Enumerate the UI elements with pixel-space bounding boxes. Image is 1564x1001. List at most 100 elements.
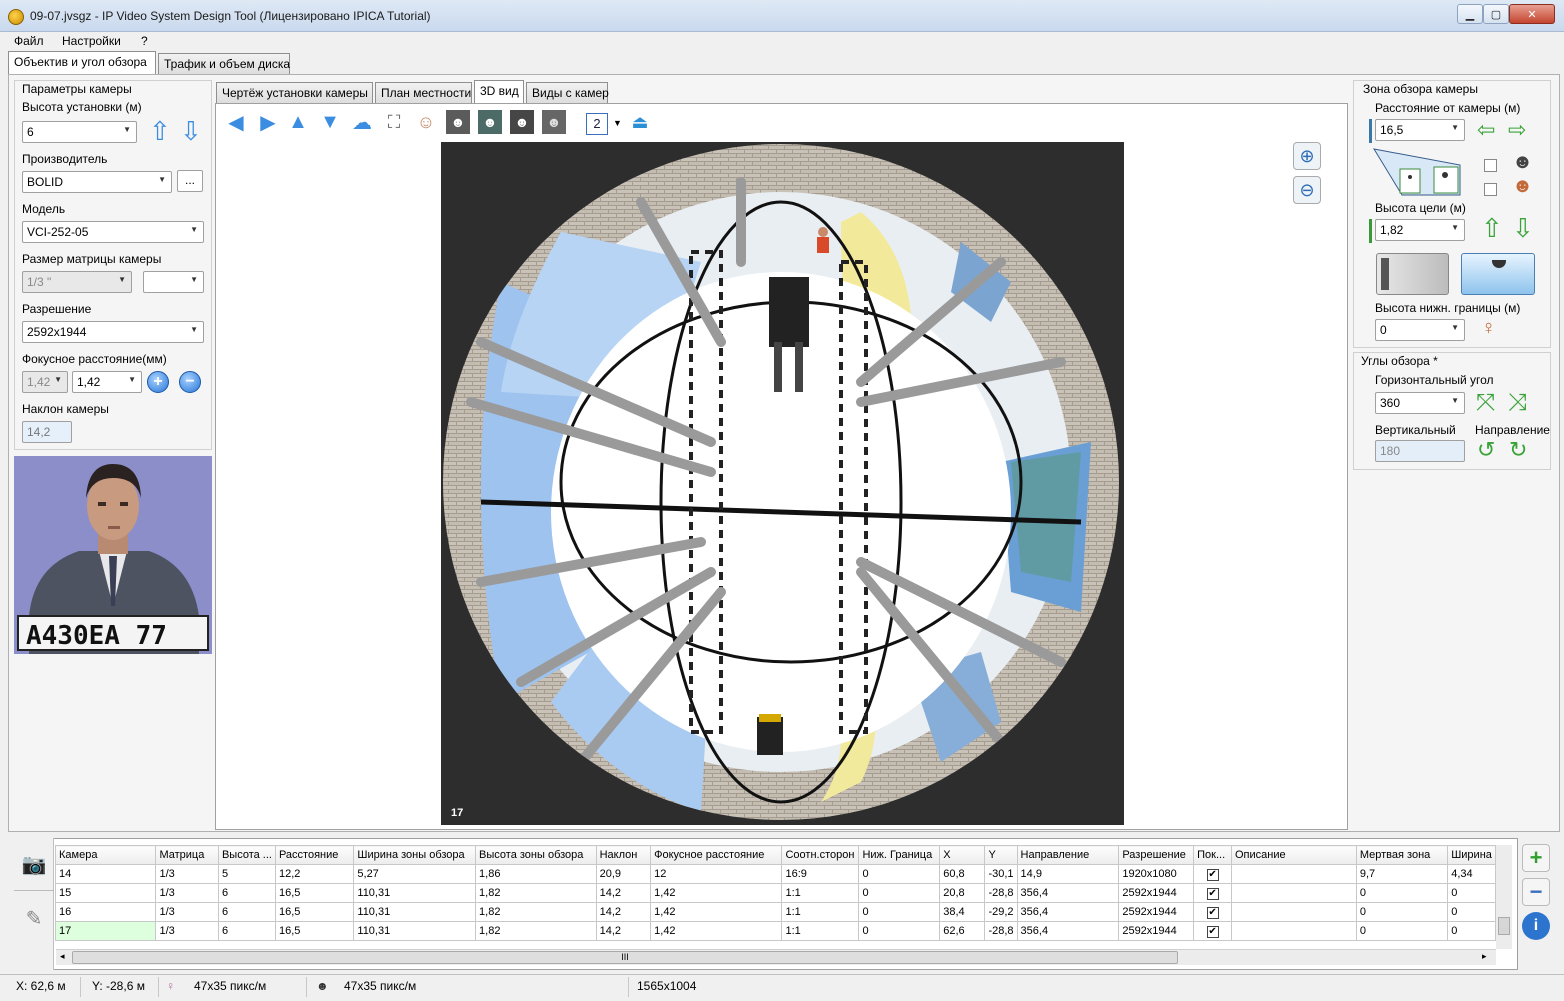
collapse-angle-icon[interactable]: ⤨ [1508,389,1527,417]
table-cell[interactable] [1230,864,1357,884]
column-header[interactable]: Фокусное расстояние [650,845,783,865]
table-cell[interactable]: 1/3 [155,883,219,903]
arrow-right-icon[interactable]: ⇨ [1508,117,1526,143]
table-cell[interactable]: 62,6 [939,921,986,941]
sensor-extra-combo[interactable]: ▼ [143,271,204,293]
table-cell[interactable]: ✔ [1193,921,1232,941]
table-row[interactable]: 14 1/3 5 12,2 5,27 1,86 20,9 12 16:9 0 60,8 -30,1 14… [55,864,1496,884]
person-icon[interactable]: ☺ [414,110,438,134]
nav-right-icon[interactable]: ▶ [256,110,280,134]
visible-checkbox[interactable]: ✔ [1206,887,1219,900]
table-cell[interactable]: 110,31 [353,921,477,941]
arrow-down-icon[interactable]: ⇩ [1512,213,1534,244]
table-cell[interactable]: 6 [217,883,276,903]
table-cell[interactable]: 60,8 [939,864,986,884]
person-dark-icon[interactable]: ☻ [446,110,470,134]
fit-view-icon[interactable]: ⛶ [382,110,406,134]
table-cell[interactable]: 2592x1944 [1118,921,1195,941]
rotate-right-icon[interactable]: ↻ [1509,437,1527,463]
table-row[interactable]: 15 1/3 6 16,5 110,31 1,82 14,2 1,42 1:1 0 20,8 -28,… [55,883,1496,903]
table-cell[interactable]: 1,82 [475,902,597,922]
table-cell[interactable]: 1920x1080 [1118,864,1195,884]
minimize-button[interactable]: ▁ [1457,4,1483,24]
rotate-left-icon[interactable]: ↺ [1477,437,1495,463]
table-cell[interactable]: 0 [1447,883,1496,903]
minus-icon[interactable]: − [179,371,201,393]
fisheye-3d-view[interactable]: 17 [441,142,1124,825]
table-cell[interactable]: 356,4 [1016,902,1120,922]
height-combo[interactable]: 6 ▼ [22,121,137,143]
visible-checkbox[interactable]: ✔ [1206,925,1219,938]
male-target-checkbox[interactable] [1484,159,1497,172]
female-target-checkbox[interactable] [1484,183,1497,196]
table-cell[interactable]: 0 [1355,883,1449,903]
manufacturer-combo[interactable]: BOLID ▼ [22,171,172,193]
column-header[interactable]: Расстояние [274,845,355,865]
grid-hscroll[interactable]: ◂ III ▸ [56,949,1496,965]
table-cell[interactable]: 2592x1944 [1118,902,1195,922]
target-height-combo[interactable]: 1,82 ▼ [1375,219,1465,241]
focal-min-combo[interactable]: 1,42 ▼ [22,371,68,393]
table-cell[interactable]: -28,8 [984,883,1018,903]
table-cell[interactable]: 14,9 [1016,864,1120,884]
scroll-left-icon[interactable]: ◂ [60,951,65,962]
table-cell[interactable]: 20,9 [595,864,652,884]
table-row[interactable]: 16 1/3 6 16,5 110,31 1,82 14,2 1,42 1:1 0 38,4 -29,… [55,902,1496,922]
person-teal-icon[interactable]: ☻ [478,110,502,134]
column-header[interactable]: Разрешение [1118,845,1195,865]
table-cell[interactable]: 20,8 [939,883,986,903]
hangle-combo[interactable]: 360 ▼ [1375,392,1465,414]
table-cell[interactable]: 0 [1447,921,1496,941]
table-cell[interactable]: 1,82 [475,883,597,903]
table-cell[interactable]: 356,4 [1016,883,1120,903]
table-cell[interactable]: 356,4 [1016,921,1120,941]
table-cell[interactable]: 16,5 [274,921,355,941]
column-header[interactable]: Камера [55,845,157,865]
column-header[interactable]: Соотн.сторон [781,845,860,865]
table-cell[interactable]: 12,2 [274,864,355,884]
table-cell[interactable]: 1,82 [475,921,597,941]
grid-vscroll[interactable] [1496,845,1512,949]
pencil-icon[interactable]: ✎ [20,906,48,934]
column-header[interactable]: Описание [1230,845,1357,865]
camera-icon[interactable]: 📷 [20,852,48,880]
tab-camera-views[interactable]: Виды с камер [526,82,609,103]
table-cell[interactable]: 9,7 [1355,864,1449,884]
vscroll-thumb[interactable] [1498,917,1510,935]
plus-icon[interactable]: + [147,371,169,393]
column-header[interactable]: Ниж. Граница [858,845,941,865]
visible-checkbox[interactable]: ✔ [1206,906,1219,919]
zoom-in-icon[interactable]: ⊕ [1293,142,1321,170]
table-cell[interactable]: 16:9 [781,864,860,884]
person-light-icon[interactable]: ☻ [542,110,566,134]
table-cell[interactable]: -30,1 [984,864,1018,884]
table-cell[interactable]: 14,2 [595,921,652,941]
remove-camera-icon[interactable]: − [1522,878,1550,906]
tab-lens-angle[interactable]: Объектив и угол обзора [8,51,156,74]
table-cell[interactable]: 5 [217,864,276,884]
table-cell[interactable]: 0 [1355,921,1449,941]
menu-help[interactable]: ? [141,34,148,48]
table-cell[interactable]: 110,31 [353,902,477,922]
resolution-combo[interactable]: 2592x1944 ▼ [22,321,204,343]
table-cell[interactable]: 1,42 [650,902,783,922]
table-cell[interactable]: 1,42 [650,883,783,903]
distance-combo[interactable]: 16,5 ▼ [1375,119,1465,141]
column-header[interactable]: Ширина зоны обзора [353,845,477,865]
table-cell[interactable]: 1/3 [155,921,219,941]
wall-mount-button[interactable] [1376,253,1449,295]
close-button[interactable]: ✕ [1509,4,1555,24]
add-camera-icon[interactable]: + [1522,844,1550,872]
table-cell[interactable]: 1,86 [475,864,597,884]
table-cell[interactable]: 17 [55,921,157,941]
table-cell[interactable]: ✔ [1193,902,1232,922]
table-cell[interactable]: 2592x1944 [1118,883,1195,903]
table-cell[interactable]: 1:1 [781,921,860,941]
menu-file[interactable]: Файл [14,34,44,48]
menu-settings[interactable]: Настройки [62,34,121,48]
arrow-up-icon[interactable]: ⇧ [1481,213,1503,244]
table-cell[interactable]: 0 [1355,902,1449,922]
table-cell[interactable]: 14,2 [595,883,652,903]
table-cell[interactable]: 1,42 [650,921,783,941]
table-cell[interactable] [1230,921,1357,941]
